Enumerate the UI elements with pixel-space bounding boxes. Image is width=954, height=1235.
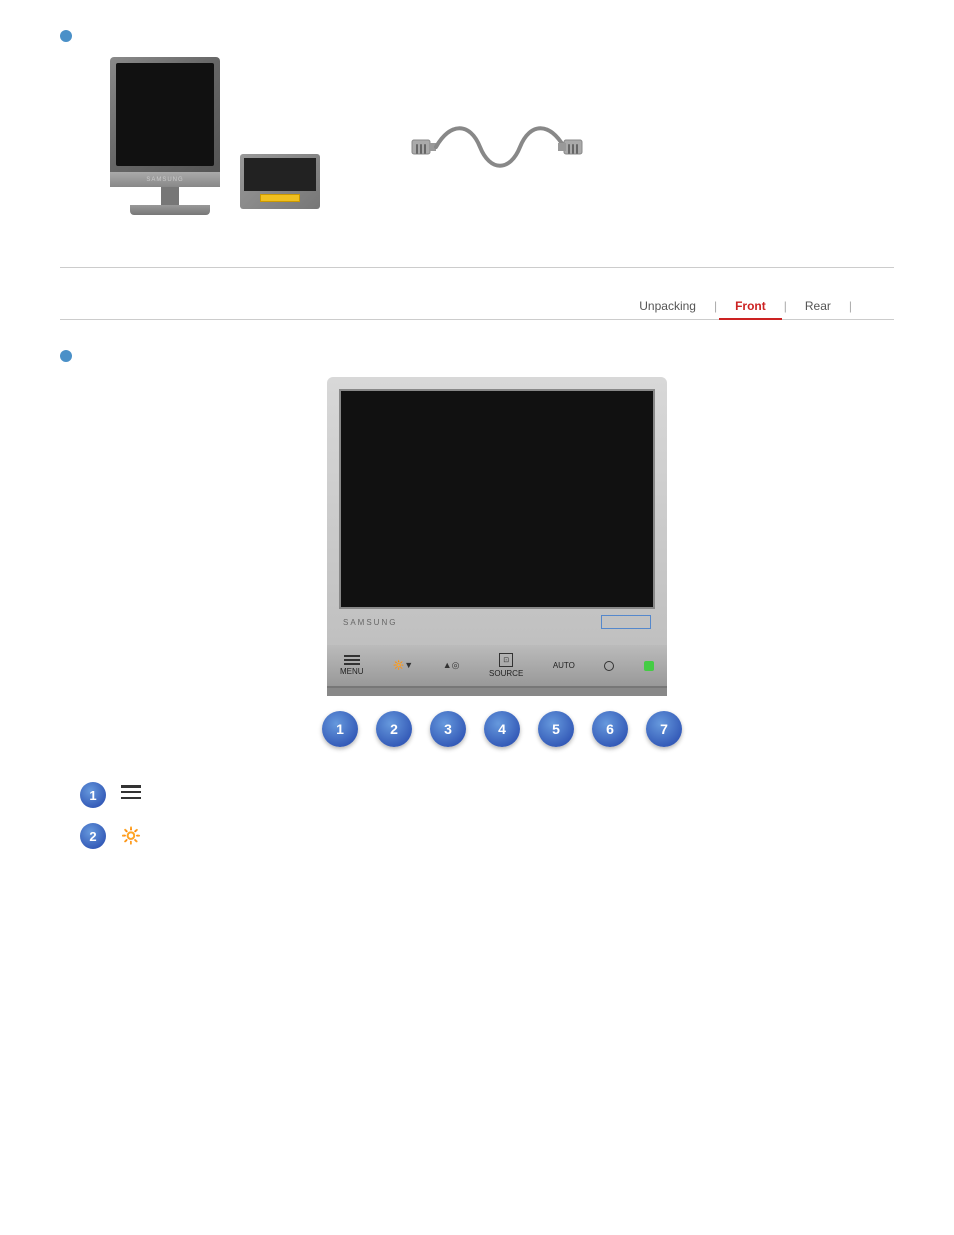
source-icon: ⊡: [499, 653, 513, 667]
source-control: ⊡ SOURCE: [489, 653, 523, 678]
num-btn-4[interactable]: 4: [484, 711, 520, 747]
auto-label: AUTO: [553, 661, 575, 670]
top-section: SAMSUNG: [0, 0, 954, 257]
description-section: 1 2 🔆: [0, 767, 954, 874]
updown-icon: ▲◎: [443, 660, 460, 671]
brightness-control: 🔆▼: [393, 660, 413, 671]
tab-sep-1: |: [712, 293, 719, 319]
monitor-indicator-box: [601, 615, 651, 629]
tab-unpacking[interactable]: Unpacking: [623, 293, 712, 319]
desc-menu-icon: [121, 785, 141, 799]
desc-item-1: 1: [80, 782, 894, 808]
monitor-brand-label: SAMSUNG: [343, 618, 397, 627]
source-label: SOURCE: [489, 669, 523, 678]
menu-label: MENU: [340, 667, 364, 676]
desc-item-2: 2 🔆: [80, 823, 894, 849]
front-bullet: [60, 350, 72, 362]
monitor-main-image: SAMSUNG: [110, 57, 230, 207]
control-panel-inner: MENU 🔆▼ ▲◎ ⊡ SOURCE AUTO: [335, 650, 659, 681]
num-btn-5[interactable]: 5: [538, 711, 574, 747]
desc-bullet-1: 1: [80, 782, 106, 808]
number-buttons-row: 1 2 3 4 5 6 7: [322, 711, 682, 747]
front-section: SAMSUNG MENU 🔆▼ ▲◎: [0, 340, 954, 767]
monitor-small-image: [240, 154, 320, 209]
num-btn-2[interactable]: 2: [376, 711, 412, 747]
monitor-screen: [339, 389, 655, 609]
monitor-front-view: SAMSUNG: [327, 377, 667, 645]
num-btn-7[interactable]: 7: [646, 711, 682, 747]
monitor-front-wrapper: SAMSUNG MENU 🔆▼ ▲◎: [100, 377, 894, 747]
desc-content-1: [121, 782, 141, 799]
led-indicator: [644, 661, 654, 671]
tab-rear[interactable]: Rear: [789, 293, 847, 319]
power-control: [604, 661, 614, 671]
monitor-product-image: SAMSUNG: [100, 57, 320, 237]
num-btn-1[interactable]: 1: [322, 711, 358, 747]
top-images-row: SAMSUNG: [100, 57, 894, 237]
desc-brightness-icon: 🔆: [121, 826, 141, 846]
tab-sep-3: |: [847, 293, 854, 319]
tab-front[interactable]: Front: [719, 293, 782, 319]
tab-sep-2: |: [782, 293, 789, 319]
power-icon: [604, 661, 614, 671]
tab-navigation: Unpacking | Front | Rear |: [60, 293, 894, 320]
auto-control: AUTO: [553, 661, 575, 670]
section-divider: [60, 267, 894, 268]
middle-section: Unpacking | Front | Rear |: [0, 278, 954, 340]
num-btn-6[interactable]: 6: [592, 711, 628, 747]
brightness-icon: 🔆▼: [393, 660, 413, 671]
monitor-brand-area: SAMSUNG: [339, 609, 655, 633]
cable-image: [400, 107, 600, 187]
menu-control: MENU: [340, 655, 364, 676]
updown-control: ▲◎: [443, 660, 460, 671]
top-bullet-1: [60, 30, 72, 42]
desc-content-2: 🔆: [121, 823, 141, 846]
num-btn-3[interactable]: 3: [430, 711, 466, 747]
led-icon: [644, 661, 654, 671]
desc-bullet-2: 2: [80, 823, 106, 849]
menu-icon: [344, 655, 360, 665]
control-panel: MENU 🔆▼ ▲◎ ⊡ SOURCE AUTO: [327, 645, 667, 688]
control-panel-bottom: [327, 688, 667, 696]
